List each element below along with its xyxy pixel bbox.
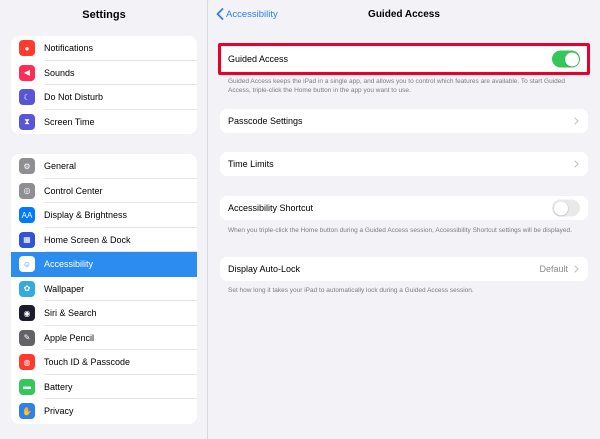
sidebar-item-battery[interactable]: ▬ Battery — [11, 375, 197, 399]
guided-access-description: Guided Access keeps the iPad in a single… — [228, 78, 565, 94]
sidebar-item-label: Accessibility — [44, 259, 94, 270]
sidebar-item-display-brightness[interactable]: AA Display & Brightness — [11, 203, 197, 228]
sidebar-item-label: Apple Pencil — [44, 332, 95, 343]
pencil-icon: ✎ — [19, 329, 35, 346]
sidebar-item-sounds[interactable]: ◀ Sounds — [11, 61, 197, 85]
toggle-knob — [553, 201, 568, 215]
passcode-settings-row[interactable]: Passcode Settings — [220, 109, 588, 133]
accessibility-shortcut-label: Accessibility Shortcut — [228, 203, 314, 213]
sidebar-item-siri-search[interactable]: ◉ Siri & Search — [11, 301, 197, 326]
notifications-icon: ● — [19, 40, 35, 57]
sidebar-item-label: Display & Brightness — [44, 210, 128, 221]
highlight-box — [218, 43, 590, 75]
sidebar-item-home-screen-dock[interactable]: ▦ Home Screen & Dock — [11, 228, 197, 252]
hand-icon: ✋ — [19, 403, 35, 420]
sidebar-item-label: Home Screen & Dock — [44, 234, 131, 245]
time-limits-label: Time Limits — [228, 159, 274, 169]
hourglass-icon: ⧗ — [19, 113, 35, 130]
sidebar-item-label: Control Center — [44, 185, 103, 196]
sidebar-group-1: ● Notifications ◀ Sounds ☾ Do Not Disturb ⧗ Scr… — [11, 36, 197, 134]
accessibility-shortcut-description: When you triple-click the Home button du… — [228, 227, 572, 234]
sidebar-item-label: General — [44, 161, 77, 172]
page-title: Guided Access — [368, 9, 440, 20]
gear-icon: ⚙ — [19, 158, 35, 175]
passcode-settings-label: Passcode Settings — [228, 116, 303, 126]
sidebar-item-apple-pencil[interactable]: ✎ Apple Pencil — [11, 326, 197, 350]
text-size-icon: AA — [19, 207, 35, 224]
sidebar-item-wallpaper[interactable]: ✿ Wallpaper — [11, 277, 197, 301]
sidebar-item-screen-time[interactable]: ⧗ Screen Time — [11, 110, 197, 135]
battery-icon: ▬ — [19, 378, 35, 395]
sidebar-item-label: Screen Time — [44, 116, 95, 127]
display-auto-lock-label: Display Auto-Lock — [228, 264, 301, 274]
sidebar-item-control-center[interactable]: ◎ Control Center — [11, 179, 197, 203]
chevron-right-icon — [574, 160, 579, 168]
sidebar-item-label: Wallpaper — [44, 283, 85, 294]
display-auto-lock-value: Default — [539, 264, 568, 274]
display-auto-lock-description: Set how long it takes your iPad to autom… — [228, 287, 474, 294]
sidebar-item-label: Siri & Search — [44, 308, 97, 319]
accessibility-shortcut-row: Accessibility Shortcut — [220, 196, 588, 220]
sidebar-group-2: ⚙ General ◎ Control Center AA Display & Brigh… — [11, 154, 197, 424]
sidebar-title: Settings — [82, 9, 126, 21]
sidebar-item-accessibility[interactable]: ☺ Accessibility — [11, 252, 197, 277]
fingerprint-icon: ◍ — [19, 354, 35, 371]
sidebar-item-label: Do Not Disturb — [44, 92, 104, 103]
speaker-icon: ◀ — [19, 64, 35, 81]
chevron-right-icon — [574, 265, 579, 273]
settings-sidebar: Settings ● Notifications ◀ Sounds ☾ Do Not Di… — [0, 0, 208, 439]
sidebar-item-privacy[interactable]: ✋ Privacy — [11, 399, 197, 424]
chevron-right-icon — [574, 117, 579, 125]
sidebar-item-label: Sounds — [44, 67, 75, 78]
moon-icon: ☾ — [19, 89, 35, 106]
sidebar-item-general[interactable]: ⚙ General — [11, 154, 197, 179]
sidebar-item-label: Privacy — [44, 406, 74, 417]
display-auto-lock-row[interactable]: Display Auto-Lock Default — [220, 257, 588, 281]
sidebar-item-do-not-disturb[interactable]: ☾ Do Not Disturb — [11, 85, 197, 110]
app-grid-icon: ▦ — [19, 231, 35, 248]
sidebar-item-notifications[interactable]: ● Notifications — [11, 36, 197, 61]
sidebar-item-label: Battery — [44, 381, 73, 392]
siri-icon: ◉ — [19, 305, 35, 322]
accessibility-icon: ☺ — [19, 256, 35, 273]
sidebar-item-touch-id-passcode[interactable]: ◍ Touch ID & Passcode — [11, 350, 197, 375]
time-limits-row[interactable]: Time Limits — [220, 152, 588, 176]
sidebar-item-label: Notifications — [44, 43, 94, 54]
flower-icon: ✿ — [19, 280, 35, 297]
accessibility-shortcut-toggle[interactable] — [552, 199, 580, 217]
sidebar-item-label: Touch ID & Passcode — [44, 357, 131, 368]
toggles-icon: ◎ — [19, 182, 35, 199]
